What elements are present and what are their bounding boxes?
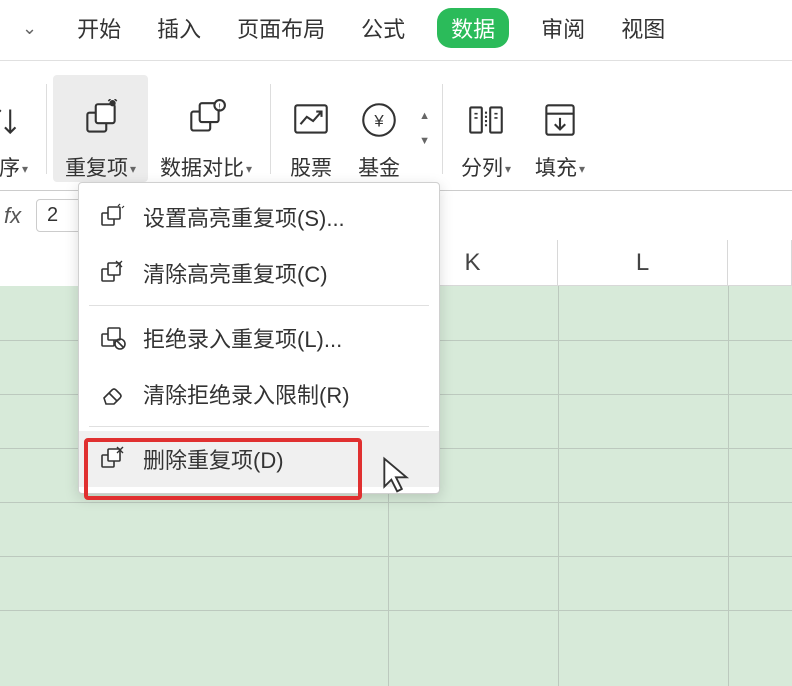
chevron-down-icon[interactable]: ⌄ xyxy=(22,18,37,39)
ribbon-fill[interactable]: 填充▾ xyxy=(523,75,597,182)
ribbon-stock[interactable]: 股票 xyxy=(277,75,345,182)
cursor-icon xyxy=(382,456,410,494)
column-header-tail[interactable] xyxy=(728,240,792,286)
duplicates-icon xyxy=(79,98,123,142)
menu-item-label: 清除高亮重复项(C) xyxy=(143,257,328,289)
split-columns-icon xyxy=(464,98,508,142)
menu-item-label: 清除拒绝录入限制(R) xyxy=(143,378,350,410)
menu-clear-highlight[interactable]: 清除高亮重复项(C) xyxy=(79,245,439,301)
ribbon-compare[interactable]: ! 数据对比▾ xyxy=(148,75,264,182)
spinner-up-icon[interactable]: ▲ xyxy=(419,111,430,122)
svg-text:!: ! xyxy=(219,102,221,112)
sort-icon xyxy=(0,98,28,142)
menu-separator xyxy=(89,305,429,306)
spinner-down-icon[interactable]: ▼ xyxy=(419,136,430,147)
tab-view[interactable]: 视图 xyxy=(617,6,669,50)
delete-duplicates-icon xyxy=(97,444,127,474)
tab-review[interactable]: 审阅 xyxy=(537,6,589,50)
ribbon-split[interactable]: 分列▾ xyxy=(449,75,523,182)
svg-text:¥: ¥ xyxy=(373,111,384,130)
menu-item-label: 设置高亮重复项(S)... xyxy=(143,201,345,233)
tab-data[interactable]: 数据 xyxy=(437,8,509,48)
spinner-buttons[interactable]: ▲ ▼ xyxy=(413,75,436,182)
tab-insert[interactable]: 插入 xyxy=(153,6,205,50)
highlight-clear-icon xyxy=(97,258,127,288)
menu-item-label: 拒绝录入重复项(L)... xyxy=(143,322,342,354)
highlight-set-icon xyxy=(97,202,127,232)
duplicates-dropdown: 设置高亮重复项(S)... 清除高亮重复项(C) 拒绝录入重复项(L)... xyxy=(78,182,440,494)
tab-layout[interactable]: 页面布局 xyxy=(233,6,329,50)
ribbon-sort[interactable]: 序▾ xyxy=(0,75,40,182)
fund-icon: ¥ xyxy=(357,98,401,142)
menu-tab-bar: ⌄ 开始 插入 页面布局 公式 数据 审阅 视图 xyxy=(0,0,792,61)
ribbon-toolbar: 序▾ 重复项▾ ! 数据对比▾ xyxy=(0,61,792,191)
tab-formula[interactable]: 公式 xyxy=(357,6,409,50)
tab-start[interactable]: 开始 xyxy=(73,6,125,50)
compare-icon: ! xyxy=(184,98,228,142)
menu-set-highlight[interactable]: 设置高亮重复项(S)... xyxy=(79,189,439,245)
ribbon-duplicates[interactable]: 重复项▾ xyxy=(53,75,148,182)
stock-icon xyxy=(289,98,333,142)
refuse-input-icon xyxy=(97,323,127,353)
fx-label: fx xyxy=(4,203,28,229)
menu-clear-refuse[interactable]: 清除拒绝录入限制(R) xyxy=(79,366,439,422)
menu-separator xyxy=(89,426,429,427)
fill-icon xyxy=(538,98,582,142)
column-header-l[interactable]: L xyxy=(558,240,728,286)
menu-refuse-input[interactable]: 拒绝录入重复项(L)... xyxy=(79,310,439,366)
menu-item-label: 删除重复项(D) xyxy=(143,443,284,475)
ribbon-fund[interactable]: ¥ 基金 xyxy=(345,75,413,182)
eraser-icon xyxy=(97,379,127,409)
